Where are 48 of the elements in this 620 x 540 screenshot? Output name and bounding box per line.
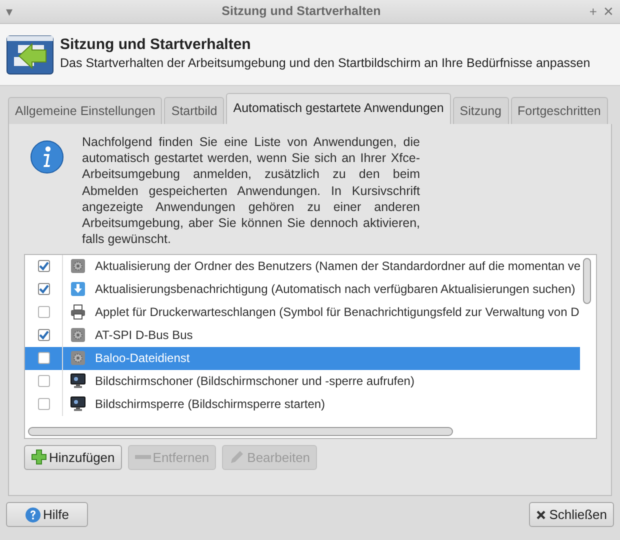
- list-button[interactable]: Hinzufügen: [24, 444, 122, 470]
- info-text: Nachfolgend finden Sie eine Liste von Anwendungen, die automatisch gestartet werden, wenn Sie sich an Ihrer Xfce-Arbeitsumgebung anmelden, zusätzlich zu den beim Abmelden gespeicherten Anwendungen. In Kursivschrift angezeigte Anwendungen gehören zu einer anderen Arbeitsumgebung, aber Sie können Sie dennoch aktivieren, falls gewünscht.: [82, 134, 420, 248]
- application-name: Bildschirmsperre (Bildschirmsperre starten): [95, 396, 326, 413]
- checkbox[interactable]: [38, 352, 50, 364]
- application-name: Baloo-Dateidienst: [95, 350, 190, 367]
- application-name: AT-SPI D-Bus Bus: [95, 327, 193, 344]
- application-row[interactable]: AT-SPI D-Bus Bus: [25, 324, 580, 346]
- gear-icon: [70, 350, 86, 366]
- gear-icon: [70, 327, 86, 343]
- checkbox[interactable]: [38, 283, 50, 295]
- close-dialog-button[interactable]: Schließen: [529, 502, 614, 528]
- application-name: Aktualisierungsbenachrichtigung (Automatisch nach verfügbaren Aktualisierungen suchen): [95, 281, 576, 298]
- printer-icon: [70, 304, 86, 320]
- monitor-icon: [70, 373, 86, 389]
- gear-icon: [70, 258, 86, 274]
- close-icon: [536, 510, 546, 520]
- checkbox[interactable]: [38, 260, 50, 272]
- help-icon: [25, 506, 41, 522]
- download-icon: [70, 281, 86, 297]
- checkbox[interactable]: [38, 329, 50, 341]
- info-icon: [30, 140, 64, 174]
- tab[interactable]: Automatisch gestartete Anwendungen: [226, 93, 451, 124]
- tab[interactable]: Sitzung: [452, 97, 508, 124]
- window-title: Sitzung und Startverhalten: [222, 4, 381, 18]
- tab[interactable]: Startbild: [164, 97, 224, 124]
- application-row[interactable]: Aktualisierung der Ordner des Benutzers (Namen der Standardordner auf die momentan ve: [25, 254, 580, 278]
- checkbox[interactable]: [38, 398, 50, 410]
- checkbox[interactable]: [38, 375, 50, 387]
- vertical-scrollbar[interactable]: [583, 258, 591, 304]
- remove-icon: [134, 455, 151, 460]
- session-icon: [6, 34, 54, 74]
- application-row[interactable]: Applet für Druckerwarteschlangen (Symbol für Benachrichtigungsfeld zur Verwaltung von D: [25, 300, 580, 324]
- application-name: Applet für Druckerwarteschlangen (Symbol für Benachrichtigungsfeld zur Verwaltung von D: [95, 304, 580, 321]
- application-name: Aktualisierung der Ordner des Benutzers (Namen der Standardordner auf die momentan ve: [95, 258, 580, 275]
- header-subtitle: Das Startverhalten der Arbeitsumgebung und den Startbildschirm an Ihre Bedürfnisse anpassen: [60, 55, 590, 72]
- help-button[interactable]: Hilfe: [6, 502, 88, 528]
- add-icon: [31, 449, 47, 466]
- application-row[interactable]: Bildschirmschoner (Bildschirmschoner und -sperre aufrufen): [25, 370, 580, 392]
- pencil-icon: [229, 449, 246, 466]
- header-title: Sitzung und Startverhalten: [60, 36, 252, 54]
- application-row[interactable]: Aktualisierungsbenachrichtigung (Automatisch nach verfügbaren Aktualisierungen suchen): [25, 278, 580, 300]
- tab[interactable]: Allgemeine Einstellungen: [8, 97, 162, 124]
- checkbox[interactable]: [38, 306, 50, 318]
- application-name: Bildschirmschoner (Bildschirmschoner und -sperre aufrufen): [95, 373, 414, 390]
- monitor-icon: [70, 396, 86, 412]
- application-row[interactable]: Bildschirmsperre (Bildschirmsperre starten): [25, 392, 580, 416]
- horizontal-scrollbar[interactable]: [28, 426, 453, 436]
- tab[interactable]: Fortgeschritten: [510, 97, 608, 124]
